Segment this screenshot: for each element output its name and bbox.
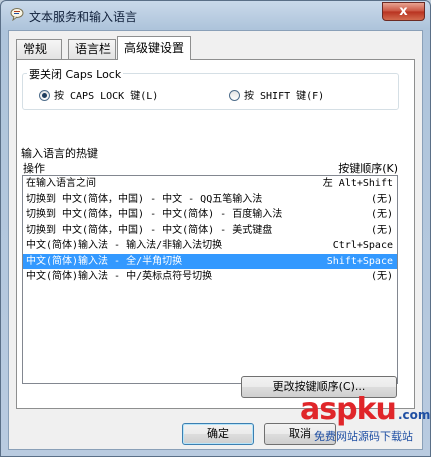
list-item-action: 中文(简体)输入法 - 全/半角切换 xyxy=(26,255,183,267)
tab-language-bar[interactable]: 语言栏 xyxy=(68,39,116,59)
list-item-action: 切换到 中文(简体，中国) - 中文 - QQ五笔输入法 xyxy=(26,193,263,205)
title-bar[interactable]: 文本服务和输入语言 x xyxy=(1,1,430,29)
list-item-action: 中文(简体)输入法 - 输入法/非输入法切换 xyxy=(26,240,223,251)
list-item-action: 在输入语言之间 xyxy=(26,178,96,189)
radio-checked-icon xyxy=(39,90,50,101)
dialog-window: 文本服务和输入语言 x 常规 语言栏 高级键设置 要关闭 Caps Lock 按… xyxy=(0,0,431,457)
watermark-brand: aspku xyxy=(300,392,397,427)
list-item-keys: (无) xyxy=(370,224,393,236)
list-item-action: 切换到 中文(简体，中国) - 中文(简体) - 百度输入法 xyxy=(26,209,283,220)
caps-lock-group-label: 要关闭 Caps Lock xyxy=(27,66,124,82)
list-item-keys: (无) xyxy=(370,209,393,220)
window-title: 文本服务和输入语言 xyxy=(29,10,138,24)
list-item[interactable]: 在输入语言之间 左 Alt+Shift xyxy=(23,176,397,192)
tab-general[interactable]: 常规 xyxy=(16,39,62,59)
radio-unchecked-icon xyxy=(229,90,240,101)
radio-shift-key[interactable]: 按 SHIFT 键(F) xyxy=(229,87,324,102)
radio-shift-label: 按 SHIFT 键(F) xyxy=(244,91,325,102)
column-header-key-sequence: 按键顺序(K) xyxy=(338,162,398,175)
list-item-keys: (无) xyxy=(370,271,393,282)
watermark-tagline: 免费网站源码下载站 xyxy=(314,430,413,443)
speech-bubble-icon xyxy=(10,8,24,21)
list-item-keys: 左 Alt+Shift xyxy=(322,178,393,189)
column-header-action: 操作 xyxy=(23,162,45,175)
hotkey-list[interactable]: 在输入语言之间 左 Alt+Shift 切换到 中文(简体，中国) - 中文 -… xyxy=(22,175,398,384)
hotkeys-group-label: 输入语言的热键 xyxy=(19,145,100,161)
list-item-keys: Ctrl+Space xyxy=(332,240,393,251)
list-item-selected[interactable]: 中文(简体)输入法 - 全/半角切换 Shift+Space xyxy=(23,253,397,269)
advanced-key-settings-panel: 要关闭 Caps Lock 按 CAPS LOCK 键(L) 按 SHIFT 键… xyxy=(16,59,415,409)
list-item[interactable]: 中文(简体)输入法 - 中/英标点符号切换 (无) xyxy=(23,269,397,285)
tab-advanced-key-settings[interactable]: 高级键设置 xyxy=(117,36,191,60)
list-item-action: 中文(简体)输入法 - 中/英标点符号切换 xyxy=(26,271,213,282)
list-item-action: 切换到 中文(简体，中国) - 中文(简体) - 美式键盘 xyxy=(26,224,273,236)
list-item-keys: (无) xyxy=(370,193,393,205)
list-item[interactable]: 中文(简体)输入法 - 输入法/非输入法切换 Ctrl+Space xyxy=(23,238,397,254)
list-item-keys: Shift+Space xyxy=(326,255,393,267)
radio-caps-lock-key[interactable]: 按 CAPS LOCK 键(L) xyxy=(39,87,158,102)
list-item[interactable]: 切换到 中文(简体，中国) - 中文(简体) - 百度输入法 (无) xyxy=(23,207,397,223)
close-button[interactable]: x xyxy=(382,2,425,21)
dialog-client-area: 常规 语言栏 高级键设置 要关闭 Caps Lock 按 CAPS LOCK 键… xyxy=(8,30,423,450)
watermark-suffix: .com xyxy=(398,408,431,422)
watermark: aspku .com 免费网站源码下载站 xyxy=(300,392,430,443)
list-item[interactable]: 切换到 中文(简体，中国) - 中文(简体) - 美式键盘 (无) xyxy=(23,223,397,239)
radio-caps-lock-label: 按 CAPS LOCK 键(L) xyxy=(54,91,159,102)
list-item[interactable]: 切换到 中文(简体，中国) - 中文 - QQ五笔输入法 (无) xyxy=(23,192,397,208)
ok-button[interactable]: 确定 xyxy=(182,423,254,445)
